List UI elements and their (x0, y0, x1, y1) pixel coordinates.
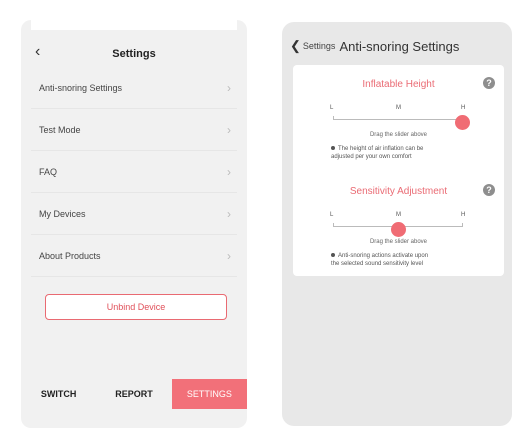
nav-switch[interactable]: SWITCH (21, 379, 96, 409)
inflatable-note: The height of air inflation can be adjus… (331, 145, 423, 161)
tick-label-high: H (461, 105, 466, 111)
chevron-right-icon: › (227, 248, 231, 263)
nav-report[interactable]: REPORT (96, 379, 171, 409)
tick-label-mid: M (396, 105, 401, 111)
note-line-2: the selected sound sensitivity level (331, 261, 424, 267)
inflatable-height-card: Inflatable Height ? L M H Drag the slide… (293, 65, 504, 186)
menu-item-label: About Products (39, 250, 101, 261)
menu-item-test-mode[interactable]: Test Mode › (31, 109, 237, 151)
settings-menu: Anti-snoring Settings › Test Mode › FAQ … (31, 67, 237, 277)
nav-settings[interactable]: SETTINGS (171, 379, 247, 409)
menu-item-label: FAQ (39, 166, 58, 177)
tick-label-low: L (330, 105, 334, 111)
card-title: Sensitivity Adjustment (349, 186, 448, 197)
slider-handle[interactable] (391, 222, 406, 237)
slider-track[interactable] (333, 116, 463, 120)
menu-item-label: My Devices (39, 208, 86, 219)
help-icon[interactable]: ? (483, 184, 495, 196)
chevron-right-icon: › (227, 122, 231, 137)
bullet-icon (331, 146, 335, 151)
menu-item-label: Anti-snoring Settings (39, 82, 123, 93)
note-line-1: Anti-snoring actions activate upon (338, 253, 429, 259)
chevron-left-icon[interactable]: ‹ (35, 43, 40, 61)
tick-label-high: H (461, 212, 466, 218)
note-line-1: The height of air inflation can be (338, 146, 424, 152)
anti-snoring-header: ❮ Settings Anti-snoring Settings (290, 37, 459, 55)
anti-snoring-settings-screen: ❮ Settings Anti-snoring Settings Inflata… (282, 22, 512, 426)
chevron-right-icon: › (227, 80, 231, 95)
slider-handle[interactable] (455, 115, 470, 130)
menu-item-faq[interactable]: FAQ › (31, 151, 237, 193)
menu-item-label: Test Mode (39, 124, 81, 135)
sensitivity-note: Anti-snoring actions activate upon the s… (331, 252, 428, 268)
help-icon[interactable]: ? (483, 77, 495, 89)
menu-item-anti-snoring-settings[interactable]: Anti-snoring Settings › (31, 67, 237, 109)
tick-label-low: L (330, 212, 334, 218)
menu-item-my-devices[interactable]: My Devices › (31, 193, 237, 235)
slider-hint: Drag the slider above (369, 132, 428, 138)
status-strip (31, 20, 237, 30)
settings-header: ‹ Settings (31, 42, 237, 66)
menu-item-about-products[interactable]: About Products › (31, 235, 237, 277)
card-title: Inflatable Height (362, 79, 435, 90)
slider-hint: Drag the slider above (369, 239, 428, 245)
back-label[interactable]: Settings (303, 41, 336, 51)
page-title: Anti-snoring Settings (339, 38, 460, 54)
chevron-left-icon[interactable]: ❮ (290, 38, 301, 54)
chevron-right-icon: › (227, 164, 231, 179)
screenshot-root: ‹ Settings Anti-snoring Settings › Test … (0, 0, 527, 437)
note-line-2: adjusted per your own comfort (331, 154, 412, 160)
unbind-device-button[interactable]: Unbind Device (45, 294, 227, 320)
bottom-nav: SWITCH REPORT SETTINGS (21, 379, 247, 409)
tick-label-mid: M (396, 212, 401, 218)
sensitivity-adjustment-card: Sensitivity Adjustment ? L M H Drag the … (293, 172, 504, 276)
bullet-icon (331, 253, 335, 258)
chevron-right-icon: › (227, 206, 231, 221)
page-title: Settings (112, 48, 156, 60)
